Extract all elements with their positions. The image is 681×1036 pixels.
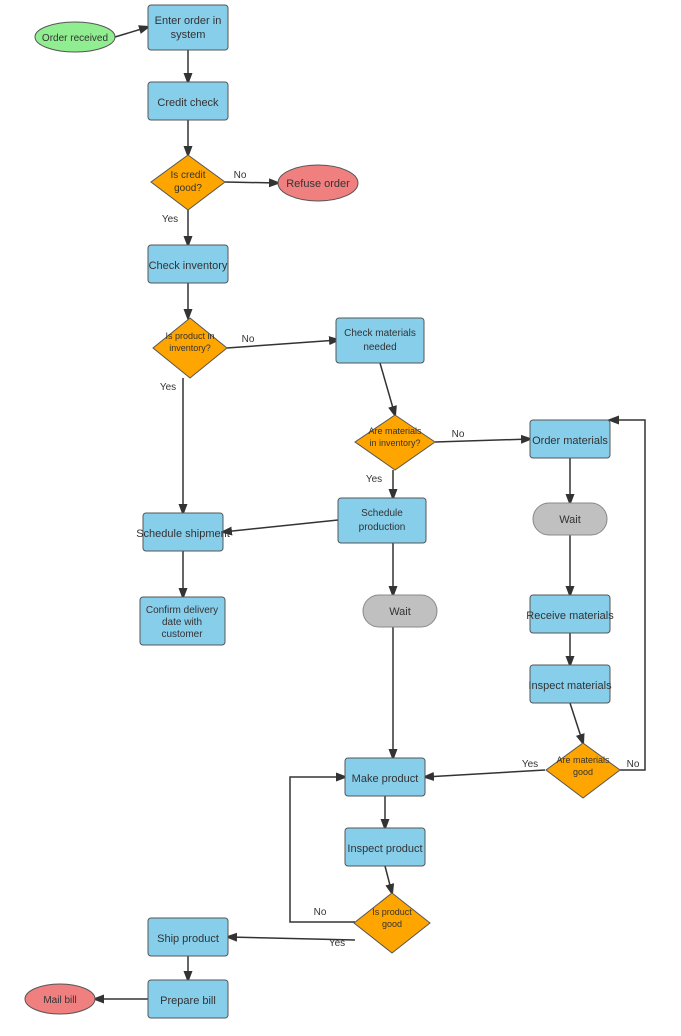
- confirm-delivery-label3: customer: [161, 629, 203, 640]
- are-materials-inventory-label2: in inventory?: [369, 438, 420, 448]
- no-label-5: No: [314, 907, 327, 918]
- enter-order-label2: system: [171, 29, 206, 41]
- yes-label-2: Yes: [160, 382, 176, 393]
- mail-bill-label: Mail bill: [43, 995, 76, 1006]
- connector: [385, 866, 392, 893]
- check-materials-label: Check materials: [344, 328, 416, 339]
- connector: [225, 182, 278, 183]
- enter-order-label: Enter order in: [155, 15, 222, 27]
- make-product-label: Make product: [352, 773, 419, 785]
- check-materials-label2: needed: [363, 342, 396, 353]
- connector: [435, 439, 530, 442]
- check-inventory-label: Check inventory: [149, 260, 228, 272]
- schedule-shipment-label: Schedule shipment: [136, 528, 230, 540]
- flowchart-container: Order received Enter order in system Cre…: [0, 0, 681, 1036]
- wait1-label: Wait: [559, 514, 581, 526]
- no-label-4: No: [627, 759, 640, 770]
- is-product-inventory-label2: inventory?: [169, 343, 211, 353]
- no-label-1: No: [234, 170, 247, 181]
- are-materials-inventory-label: Are materials: [368, 426, 422, 436]
- is-product-inventory-label: Is product in: [165, 331, 214, 341]
- flowchart-svg: Order received Enter order in system Cre…: [0, 0, 681, 1036]
- is-product-good-label: Is product: [372, 907, 412, 917]
- refuse-order-label: Refuse order: [286, 178, 350, 190]
- confirm-delivery-label: Confirm delivery: [146, 605, 218, 616]
- ship-product-label: Ship product: [157, 933, 219, 945]
- yes-label-5: Yes: [329, 938, 345, 949]
- receive-materials-label: Receive materials: [526, 610, 614, 622]
- check-materials-node: [336, 318, 424, 363]
- no-label-3: No: [452, 429, 465, 440]
- no-label-2: No: [242, 334, 255, 345]
- inspect-product-label: Inspect product: [347, 843, 422, 855]
- schedule-production-node: [338, 498, 426, 543]
- are-materials-good-label2: good: [573, 767, 593, 777]
- is-credit-good-label: Is credit: [170, 170, 205, 181]
- connector: [380, 363, 395, 415]
- order-received-label: Order received: [42, 33, 108, 44]
- yes-label-1: Yes: [162, 214, 178, 225]
- prepare-bill-label: Prepare bill: [160, 995, 216, 1007]
- order-materials-label: Order materials: [532, 435, 608, 447]
- credit-check-label: Credit check: [157, 97, 219, 109]
- are-materials-good-label: Are materials: [556, 755, 610, 765]
- connector: [115, 27, 148, 37]
- inspect-materials-label: Inspect materials: [528, 680, 612, 692]
- yes-label-4: Yes: [522, 759, 538, 770]
- schedule-production-label: Schedule: [361, 508, 403, 519]
- connector: [570, 703, 583, 743]
- confirm-delivery-label2: date with: [162, 617, 202, 628]
- connector: [425, 770, 545, 777]
- wait2-label: Wait: [389, 606, 411, 618]
- connector: [223, 520, 338, 532]
- yes-label-3: Yes: [366, 474, 382, 485]
- enter-order-node: [148, 5, 228, 50]
- connector: [610, 420, 645, 770]
- is-credit-good-label2: good?: [174, 183, 202, 194]
- is-product-good-label2: good: [382, 919, 402, 929]
- schedule-production-label2: production: [359, 522, 406, 533]
